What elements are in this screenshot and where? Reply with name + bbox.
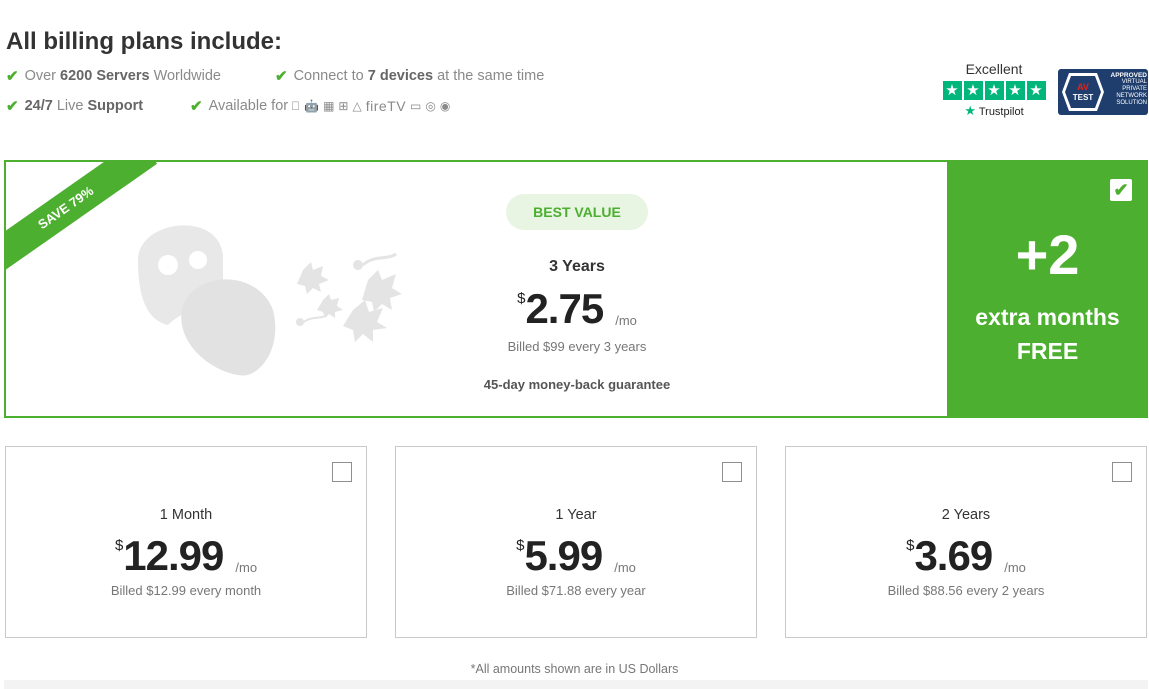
- plan-checkbox-checked[interactable]: ✔: [1110, 179, 1132, 201]
- plan-price: $ 2.75 /mo: [477, 286, 677, 332]
- svg-text:TEST: TEST: [1073, 93, 1094, 102]
- plan-card-2-years[interactable]: 2 Years $ 3.69 /mo Billed $88.56 every 2…: [785, 446, 1147, 638]
- price-period: /mo: [1004, 560, 1026, 575]
- check-icon: ✔: [190, 98, 203, 115]
- plan-price: $ 3.69 /mo: [786, 533, 1146, 579]
- best-value-badge: BEST VALUE: [506, 194, 648, 230]
- firefox-icon: ◉: [430, 99, 450, 113]
- plan-checkbox[interactable]: [1112, 462, 1132, 482]
- bonus-months: +2: [1015, 223, 1080, 286]
- currency-symbol: $: [516, 537, 525, 554]
- star-icon: ★: [1026, 81, 1046, 100]
- finder-icon: ▦: [314, 99, 334, 113]
- plan-price: $ 5.99 /mo: [396, 533, 756, 579]
- trustpilot-widget[interactable]: Excellent ★ ★ ★ ★ ★ ★ Trustpilot: [938, 61, 1050, 119]
- plan-card-1-month[interactable]: 1 Month $ 12.99 /mo Billed $12.99 every …: [5, 446, 367, 638]
- check-icon: ✔: [275, 68, 288, 85]
- price-amount: 2.75: [525, 285, 604, 332]
- currency-symbol: $: [517, 290, 526, 307]
- linux-icon: △: [343, 99, 361, 113]
- billing-info: Billed $88.56 every 2 years: [887, 583, 1045, 598]
- firetv-logo: fireTV: [356, 98, 406, 114]
- av-test-badge[interactable]: AV TEST APPROVED VIRTUAL PRIVATE NETWORK…: [1058, 69, 1148, 115]
- windows-icon: ⊞: [329, 99, 348, 113]
- trustpilot-logo: ★ Trustpilot: [964, 103, 1024, 118]
- star-icon: ★: [963, 81, 983, 100]
- page-title: All billing plans include:: [6, 28, 283, 55]
- money-back-guarantee: 45-day money-back guarantee: [483, 377, 671, 392]
- price-period: /mo: [235, 560, 258, 575]
- plan-name: 3 Years: [549, 258, 605, 275]
- apple-icon: : [291, 100, 300, 112]
- billing-info: Billed $12.99 every month: [110, 583, 262, 598]
- trustpilot-rating: Excellent: [965, 61, 1023, 77]
- feature-devices: ✔ Connect to 7 devices at the same time: [275, 68, 545, 85]
- av-test-logo: AV TEST: [1062, 73, 1104, 111]
- feature-platforms: ✔ Available for  🤖 ▦ ⊞ △ fireTV ▭ ◎ ◉: [190, 97, 450, 115]
- price-amount: 3.69: [914, 532, 993, 579]
- star-icon: ★: [942, 81, 962, 100]
- plan-checkbox[interactable]: [332, 462, 352, 482]
- price-period: /mo: [615, 313, 637, 328]
- price-period: /mo: [614, 560, 636, 575]
- plan-price: $ 12.99 /mo: [6, 533, 366, 579]
- feature-servers: ✔ Over 6200 Servers Worldwide: [6, 68, 221, 85]
- star-icon: ★: [1005, 81, 1025, 100]
- android-icon: 🤖: [295, 99, 319, 113]
- billing-info: Billed $71.88 every year: [506, 583, 646, 598]
- plan-card-3-years[interactable]: SAVE 79% BEST VALUE 3 Years $ 2.75 /mo B…: [4, 160, 1148, 418]
- price-amount: 12.99: [123, 532, 224, 579]
- plan-checkbox[interactable]: [722, 462, 742, 482]
- plan-name: 1 Month: [159, 507, 213, 523]
- chrome-icon: ◎: [416, 99, 435, 113]
- svg-text:AV: AV: [1077, 82, 1089, 92]
- tv-icon: ▭: [401, 99, 421, 113]
- billing-info: Billed $99 every 3 years: [507, 339, 647, 354]
- av-test-text: APPROVED VIRTUAL PRIVATE NETWORK SOLUTIO…: [1110, 72, 1147, 106]
- feature-support: ✔ 24/7 Live Support: [6, 98, 144, 115]
- currency-note: *All amounts shown are in US Dollars: [470, 662, 679, 676]
- trustpilot-stars: ★ ★ ★ ★ ★: [938, 81, 1050, 100]
- bonus-panel: ✔ +2 extra months FREE: [947, 162, 1146, 416]
- check-icon: ✔: [6, 68, 19, 85]
- currency-symbol: $: [906, 537, 915, 554]
- check-icon: ✔: [6, 98, 19, 115]
- footer-divider: [4, 680, 1148, 689]
- currency-symbol: $: [114, 537, 124, 554]
- plan-card-1-year[interactable]: 1 Year $ 5.99 /mo Billed $71.88 every ye…: [395, 446, 757, 638]
- star-icon: ★: [984, 81, 1004, 100]
- ghost-mascot-illustration: [138, 225, 402, 376]
- price-amount: 5.99: [524, 532, 603, 579]
- plan-name: 1 Year: [555, 507, 597, 523]
- plan-name: 2 Years: [941, 507, 991, 523]
- bonus-text: extra months FREE: [975, 304, 1120, 364]
